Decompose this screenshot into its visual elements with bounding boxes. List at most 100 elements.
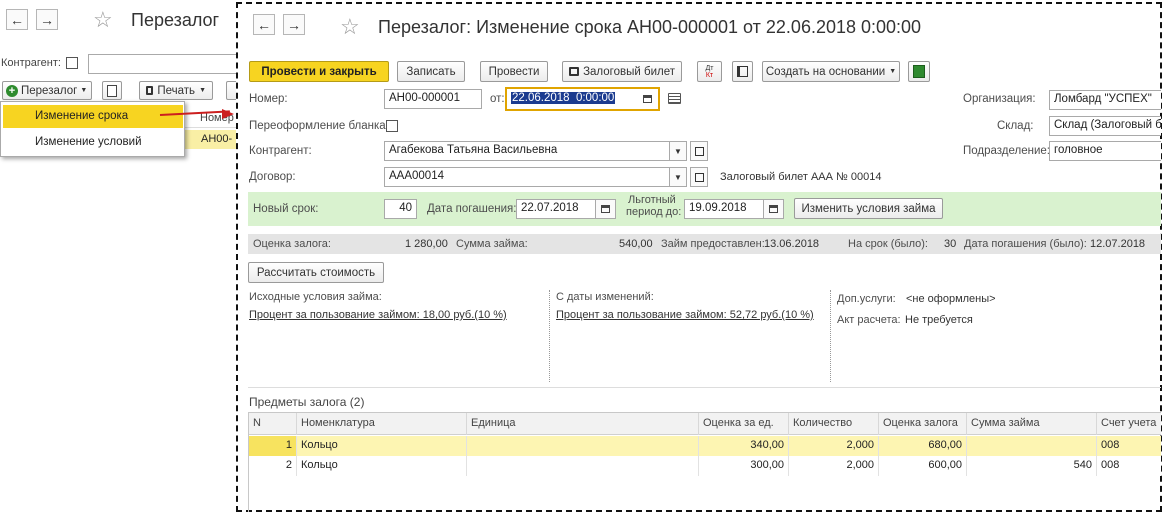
cell-name: Кольцо (297, 456, 467, 476)
org-field[interactable]: Ломбард "УСПЕХ" (1049, 90, 1161, 110)
warehouse-field[interactable]: Склад (Залоговый бы (1049, 116, 1161, 136)
post-and-close-button[interactable]: Провести и закрыть (249, 61, 389, 82)
cell-qty: 2,000 (789, 456, 879, 476)
col-account[interactable]: Счет учета (1097, 413, 1161, 435)
create-based-on-button[interactable]: Создать на основании ▼ (762, 61, 900, 82)
printer-icon (569, 67, 580, 76)
cell-account: 008 (1101, 439, 1120, 451)
pledge-items-title: Предметы залога (2) (249, 395, 365, 409)
table-row[interactable]: 2 Кольцо 300,00 2,000 600,00 540 008 (249, 456, 1161, 476)
pledge-items-table: N Номенклатура Единица Оценка за ед. Кол… (248, 412, 1161, 512)
report-button[interactable] (908, 61, 930, 82)
grace-label-line2: период до: (626, 206, 682, 218)
counterparty-dropdown-button[interactable]: ▼ (669, 141, 687, 161)
summary-bar: Оценка залога: 1 280,00 Сумма займа: 540… (248, 234, 1161, 254)
col-valuation[interactable]: Оценка залога (879, 413, 967, 435)
initial-conditions-label: Исходные условия займа: (249, 291, 382, 303)
col-price[interactable]: Оценка за ед. (699, 413, 789, 435)
pledge-ticket-label: Залоговый билет (583, 65, 675, 78)
bg-window-title: Перезалог (131, 10, 220, 30)
table-row[interactable]: 1 Кольцо 340,00 2,000 680,00 008 (249, 436, 1161, 456)
favorite-star-icon[interactable]: ☆ (93, 7, 113, 33)
date-field[interactable]: 22.06.2018 0:00:00 (505, 87, 660, 111)
copy-button[interactable] (102, 81, 122, 100)
comment-icon[interactable] (668, 93, 681, 104)
new-term-label: Новый срок: (253, 203, 319, 215)
col-loan[interactable]: Сумма займа (967, 413, 1097, 435)
repay-was-value: 12.07.2018 (1090, 238, 1146, 250)
col-nomenclature[interactable]: Номенклатура (297, 413, 467, 435)
new-term-field[interactable]: 40 (384, 199, 417, 219)
change-loan-conditions-button[interactable]: Изменить условия займа (794, 198, 943, 219)
col-qty[interactable]: Количество (789, 413, 879, 435)
document-window: ← → ☆ Перезалог: Изменение срока АН00-00… (236, 2, 1162, 512)
calendar-icon[interactable] (640, 93, 654, 105)
cell-loan (967, 436, 1097, 456)
contract-field[interactable]: ААА00014 (384, 167, 670, 187)
save-button[interactable]: Записать (397, 61, 465, 82)
chevron-down-icon: ▼ (199, 87, 206, 94)
print-button[interactable]: Печать ▼ (139, 81, 213, 100)
grace-date-field[interactable]: 19.09.2018 (684, 199, 764, 219)
division-field[interactable]: головное (1049, 141, 1161, 161)
reissue-checkbox[interactable] (386, 120, 398, 132)
cell-name: Кольцо (297, 436, 467, 456)
spreadsheet-icon (913, 65, 925, 78)
doc-forward-button[interactable]: → (283, 14, 305, 35)
background-window: ← → ☆ Перезалог Контрагент: + Перезалог … (0, 0, 248, 519)
warehouse-label: Склад: (997, 120, 1034, 132)
grace-label-line1: Льготный (628, 194, 676, 206)
document-title: Перезалог: Изменение срока АН00-000001 о… (378, 17, 922, 37)
print-label: Печать (157, 84, 196, 97)
initial-interest-link[interactable]: Процент за пользование займом: 18,00 руб… (249, 309, 507, 321)
term-was-label: На срок (было): (848, 238, 928, 250)
issued-label: Займ предоставлен: (661, 238, 765, 250)
open-link-icon (694, 172, 704, 182)
doc-back-button[interactable]: ← (253, 14, 275, 35)
counterparty-label: Контрагент: (249, 145, 312, 157)
structure-button[interactable] (732, 61, 753, 82)
new-term-panel: Новый срок: 40 Дата погашения: 22.07.201… (248, 192, 1161, 226)
post-button[interactable]: Провести (480, 61, 548, 82)
menu-item-change-term[interactable]: Изменение срока (3, 105, 183, 128)
perezalog-menu-button[interactable]: + Перезалог ▼ (2, 81, 92, 100)
forward-button[interactable]: → (36, 9, 58, 30)
contract-dropdown-button[interactable]: ▼ (669, 167, 687, 187)
changed-interest-link[interactable]: Процент за пользование займом: 52,72 руб… (556, 309, 814, 321)
contract-label: Договор: (249, 171, 296, 183)
filter-checkbox[interactable] (66, 57, 78, 69)
reissue-label: Переоформление бланка: (249, 120, 389, 132)
repay-date-field[interactable]: 22.07.2018 (516, 199, 596, 219)
col-n[interactable]: N (249, 413, 297, 435)
filter-input[interactable] (88, 54, 248, 74)
dropdown-menu: Изменение срока Изменение условий (0, 101, 185, 157)
calculate-cost-button[interactable]: Рассчитать стоимость (248, 262, 384, 283)
filter-label: Контрагент: (1, 57, 61, 69)
dt-kt-button[interactable]: Дт Кт (697, 61, 722, 82)
act-value: Не требуется (905, 314, 973, 326)
counterparty-open-button[interactable] (690, 141, 708, 161)
repay-calendar-button[interactable] (596, 199, 616, 219)
menu-item-change-conditions[interactable]: Изменение условий (3, 131, 183, 154)
ticket-number-text: Залоговый билет ААА № 00014 (720, 171, 882, 183)
menu-item-label: Изменение условий (35, 136, 142, 148)
doc-favorite-star-icon[interactable]: ☆ (340, 14, 360, 40)
cell-unit (467, 456, 699, 476)
services-value[interactable]: <не оформлены> (906, 293, 996, 305)
printer-icon (146, 86, 154, 95)
contract-open-button[interactable] (690, 167, 708, 187)
grace-calendar-button[interactable] (764, 199, 784, 219)
back-button[interactable]: ← (6, 9, 28, 30)
debit-credit-icon: Дт Кт (705, 64, 714, 79)
counterparty-field[interactable]: Агабекова Татьяна Васильевна (384, 141, 670, 161)
divider-1 (549, 290, 550, 382)
number-field[interactable]: АН00-000001 (384, 89, 482, 109)
divider-2 (830, 290, 831, 382)
cell-valuation: 680,00 (879, 436, 967, 456)
calendar-icon (769, 205, 778, 213)
col-unit[interactable]: Единица (467, 413, 699, 435)
create-based-label: Создать на основании (765, 65, 886, 78)
chevron-down-icon: ▼ (889, 68, 897, 75)
loan-value: 540,00 (619, 238, 653, 250)
pledge-ticket-button[interactable]: Залоговый билет (562, 61, 682, 82)
